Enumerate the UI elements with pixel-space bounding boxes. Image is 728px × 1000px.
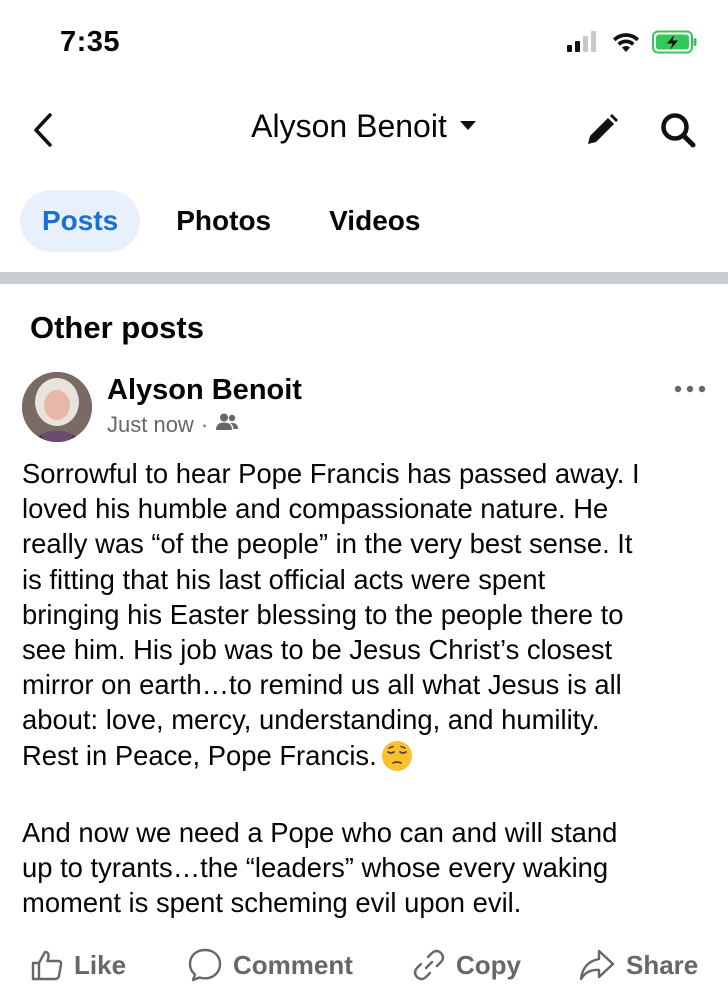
- status-icons: [566, 30, 698, 59]
- post-text-line: up to tyrants…the “leaders” whose every …: [22, 852, 609, 884]
- pensive-face-emoji: [381, 740, 413, 780]
- copy-label: Copy: [456, 949, 521, 980]
- back-button[interactable]: [26, 110, 60, 150]
- tab-posts[interactable]: Posts: [20, 190, 141, 252]
- post-text-line: really was “of the people” in the very b…: [22, 528, 633, 560]
- meta-separator: ·: [200, 412, 209, 437]
- top-nav-bar: Alyson Benoit: [0, 96, 728, 168]
- cellular-signal-icon: [566, 31, 600, 58]
- post-text-line: is fitting that his last official acts w…: [22, 563, 546, 595]
- share-button[interactable]: Share: [578, 940, 698, 990]
- more-horizontal-icon: [674, 385, 706, 393]
- status-time: 7:35: [60, 26, 121, 58]
- post-text-line: about: love, mercy, understanding, and h…: [22, 704, 600, 736]
- search-icon: [661, 113, 696, 148]
- post-timestamp[interactable]: Just now: [107, 412, 194, 438]
- post-text-line: mirror on earth…to remind us all what Je…: [22, 669, 622, 701]
- post-text: Sorrowful to hear Pope Francis has passe…: [22, 456, 712, 920]
- section-divider: [0, 272, 728, 284]
- section-title: Other posts: [30, 310, 204, 345]
- post-more-button[interactable]: [670, 376, 710, 402]
- avatar[interactable]: [22, 372, 92, 442]
- profile-name-title[interactable]: Alyson Benoit: [251, 108, 447, 145]
- like-label: Like: [74, 949, 127, 980]
- post-text-line-with-emoji: Rest in Peace, Pope Francis.: [22, 738, 712, 780]
- thumbs-up-icon: [31, 950, 63, 981]
- comment-button[interactable]: Comment: [187, 940, 353, 990]
- status-bar: 7:35: [0, 0, 728, 88]
- post-text-line: see him. His job was to be Jesus Christ’…: [22, 634, 613, 666]
- back-chevron-icon: [34, 113, 52, 147]
- post-meta: Just now ·: [107, 412, 239, 438]
- battery-charging-icon: [652, 30, 698, 59]
- comment-bubble-icon: [188, 948, 222, 982]
- post-author-name[interactable]: Alyson Benoit: [107, 374, 302, 407]
- post-text-line: Rest in Peace, Pope Francis.: [22, 739, 377, 771]
- share-arrow-icon: [579, 949, 615, 981]
- post-text-line: loved his humble and compassionate natur…: [22, 493, 609, 525]
- wifi-icon: [612, 31, 640, 58]
- share-label: Share: [626, 949, 699, 980]
- edit-button[interactable]: [582, 110, 622, 150]
- pencil-icon: [588, 114, 618, 144]
- post-actions-bar: Like Comment Copy Share: [0, 940, 728, 990]
- profile-tabs: Posts Photos Videos: [20, 190, 456, 252]
- post-text-line: bringing his Easter blessing to the peop…: [22, 598, 624, 630]
- tab-photos[interactable]: Photos: [154, 190, 293, 252]
- post-text-line: moment is spent scheming evil upon evil.: [22, 887, 522, 919]
- post-text-line: Sorrowful to hear Pope Francis has passe…: [22, 458, 640, 489]
- link-icon: [413, 949, 445, 981]
- copy-button[interactable]: Copy: [412, 940, 521, 990]
- tab-videos[interactable]: Videos: [307, 190, 442, 252]
- comment-label: Comment: [233, 949, 353, 980]
- post-text-line: And now we need a Pope who can and will …: [22, 816, 618, 848]
- like-button[interactable]: Like: [30, 940, 126, 990]
- caret-down-icon[interactable]: [459, 118, 477, 136]
- search-button[interactable]: [656, 108, 700, 152]
- friends-icon: [215, 412, 239, 438]
